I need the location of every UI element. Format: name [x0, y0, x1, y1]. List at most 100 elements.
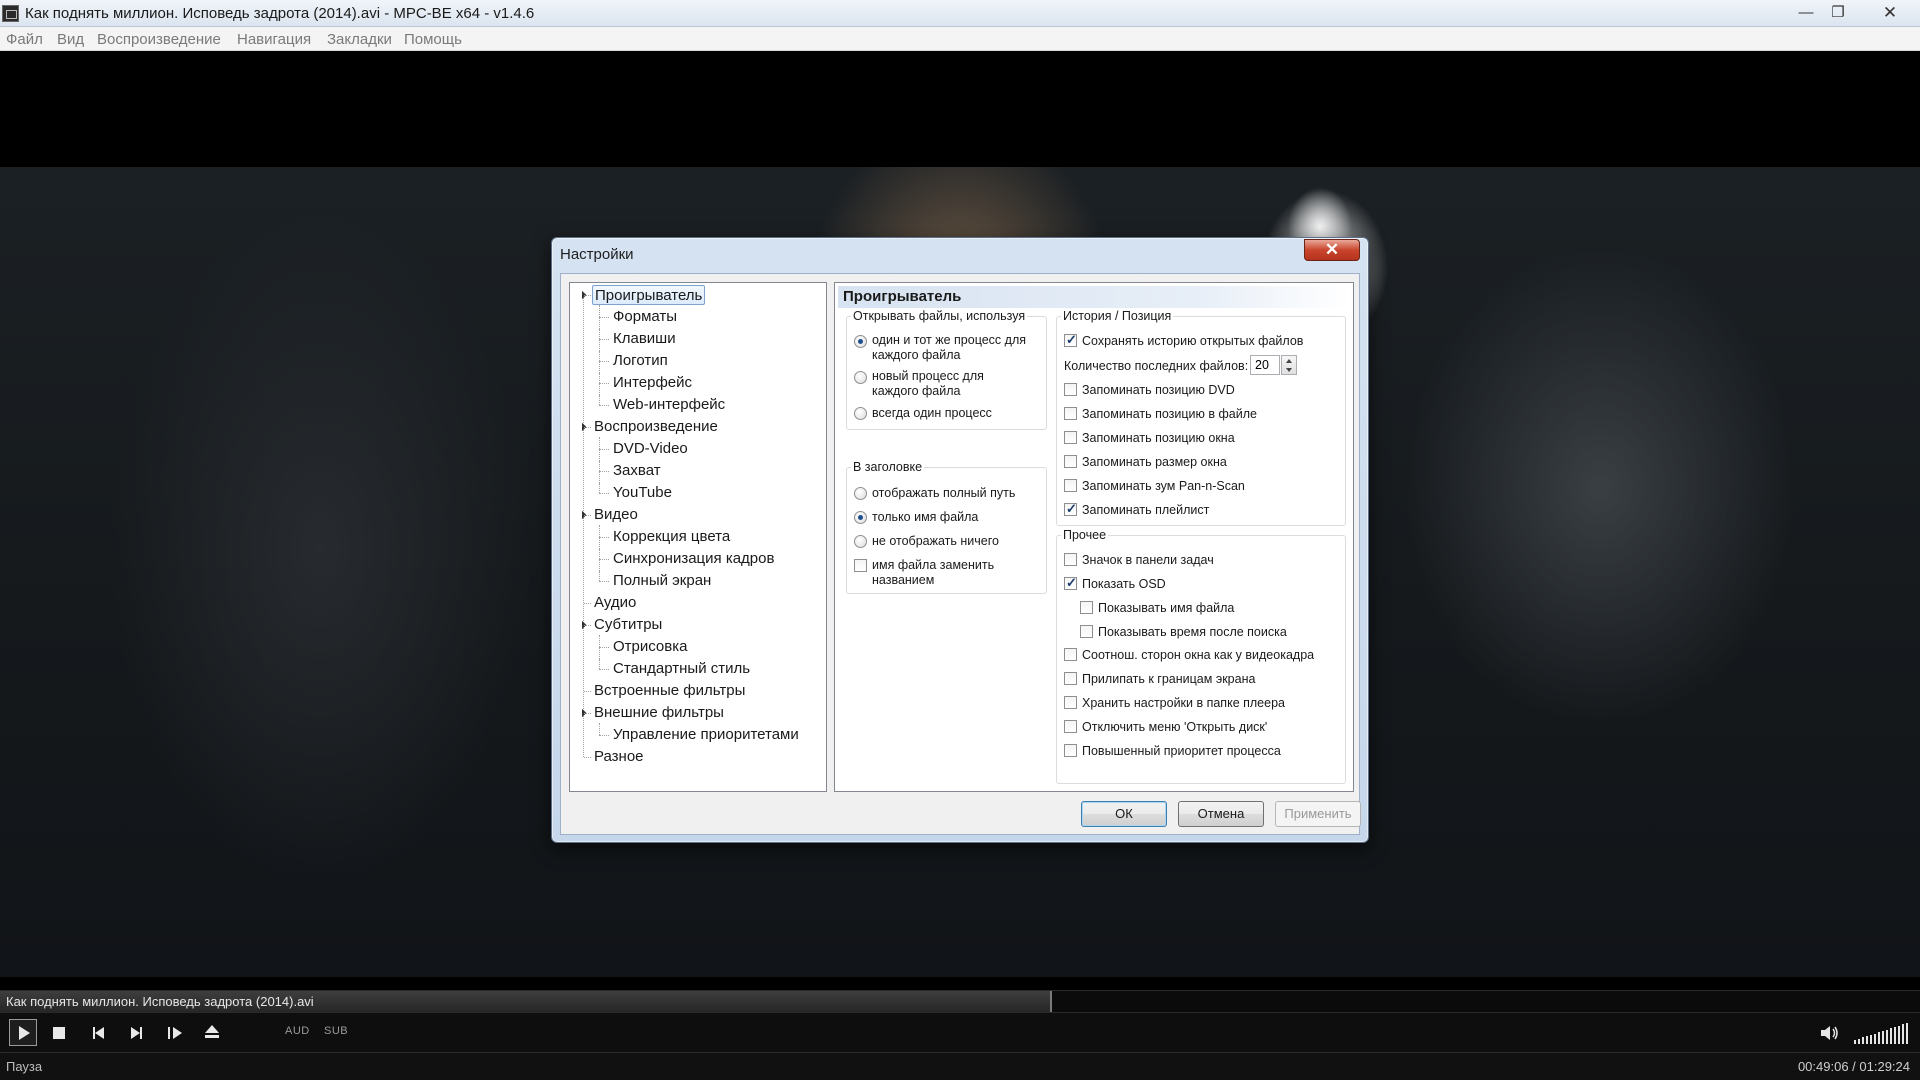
- other-group: Прочее Значок в панели задач Показать OS…: [1056, 528, 1346, 784]
- radio-new-process-label: новый процесс для каждого файла: [872, 369, 984, 398]
- radio-show-nothing[interactable]: [854, 535, 867, 548]
- tree-item[interactable]: Захват: [611, 461, 663, 481]
- checkbox-replace-filename[interactable]: [854, 559, 867, 572]
- checkbox-taskbar-icon[interactable]: [1064, 553, 1077, 566]
- tree-connector: [584, 757, 591, 758]
- tree-item[interactable]: Web-интерфейс: [611, 395, 727, 415]
- tree-item[interactable]: Форматы: [611, 307, 679, 327]
- checkbox-high-priority[interactable]: [1064, 744, 1077, 757]
- checkbox-remember-playlist[interactable]: [1064, 501, 1077, 517]
- checkbox-remember-window-size[interactable]: [1064, 455, 1077, 468]
- recent-files-count-spinner[interactable]: [1281, 355, 1297, 375]
- tree-item[interactable]: Стандартный стиль: [611, 659, 752, 679]
- tree-item[interactable]: Воспроизведение: [592, 417, 720, 437]
- checkbox-remember-window-position-label: Запоминать позицию окна: [1082, 431, 1235, 445]
- tree-connector: [584, 625, 591, 626]
- cancel-button[interactable]: Отмена: [1178, 801, 1264, 827]
- checkbox-show-osd-label: Показать OSD: [1082, 577, 1166, 591]
- volume-level-bar: [1878, 1032, 1880, 1044]
- tree-item[interactable]: Видео: [592, 505, 640, 525]
- tree-item[interactable]: Полный экран: [611, 571, 713, 591]
- checkbox-remember-playlist-label: Запоминать плейлист: [1082, 503, 1210, 517]
- menu-navigation[interactable]: Навигация: [237, 31, 311, 48]
- checkbox-store-settings-in-folder[interactable]: [1064, 696, 1077, 709]
- tree-connector: [599, 339, 609, 340]
- radio-new-process[interactable]: [854, 371, 867, 384]
- subtitle-track-button[interactable]: SUB: [324, 1025, 348, 1037]
- dialog-close-button[interactable]: ✕: [1304, 239, 1360, 261]
- tree-item[interactable]: Аудио: [592, 593, 638, 613]
- tree-connector: [599, 461, 600, 483]
- tree-item[interactable]: Встроенные фильтры: [592, 681, 747, 701]
- minimize-button[interactable]: —: [1790, 2, 1822, 24]
- tree-item[interactable]: Субтитры: [592, 615, 664, 635]
- app-icon[interactable]: [2, 5, 19, 22]
- tree-connector: [599, 373, 600, 395]
- speaker-icon[interactable]: [1818, 1022, 1840, 1044]
- radio-full-path[interactable]: [854, 487, 867, 500]
- checkbox-aspect-ratio[interactable]: [1064, 648, 1077, 661]
- checkbox-remember-window-position[interactable]: [1064, 431, 1077, 444]
- menu-file[interactable]: Файл: [6, 31, 43, 48]
- tree-item[interactable]: Логотип: [611, 351, 670, 371]
- frame-step-button[interactable]: [168, 1021, 184, 1045]
- tree-connector: [584, 691, 591, 692]
- checkbox-disable-open-disc[interactable]: [1064, 720, 1077, 733]
- close-window-button[interactable]: ✕: [1868, 2, 1912, 24]
- radio-same-process[interactable]: [854, 335, 867, 348]
- volume-level-bar: [1866, 1036, 1868, 1044]
- checkbox-save-history-label: Сохранять историю открытых файлов: [1082, 334, 1304, 348]
- tree-item[interactable]: Разное: [592, 747, 646, 767]
- next-button[interactable]: [130, 1021, 144, 1045]
- checkbox-show-time-after-seek[interactable]: [1080, 625, 1093, 638]
- recent-files-count-label: Количество последних файлов:: [1064, 359, 1249, 373]
- play-button[interactable]: [9, 1019, 37, 1046]
- checkbox-show-osd[interactable]: [1064, 575, 1077, 591]
- tree-item[interactable]: Проигрыватель: [592, 285, 706, 305]
- volume-level-bar: [1870, 1034, 1872, 1044]
- tree-item[interactable]: Коррекция цвета: [611, 527, 732, 547]
- volume-slider[interactable]: [1854, 1022, 1912, 1044]
- tree-item[interactable]: Интерфейс: [611, 373, 694, 393]
- radio-same-process-label: один и тот же процесс для каждого файла: [872, 333, 1027, 362]
- tree-item[interactable]: Синхронизация кадров: [611, 549, 776, 569]
- tree-connector: [599, 351, 600, 373]
- eject-button[interactable]: [204, 1021, 220, 1045]
- checkbox-show-file-name[interactable]: [1080, 601, 1093, 614]
- seek-file-name: Как поднять миллион. Исповедь задрота (2…: [6, 994, 314, 1009]
- tree-connector: [599, 549, 600, 571]
- volume-level-bar: [1874, 1033, 1876, 1044]
- maximize-button[interactable]: ❐: [1822, 2, 1854, 24]
- seek-bar[interactable]: Как поднять миллион. Исповедь задрота (2…: [0, 990, 1920, 1012]
- audio-track-button[interactable]: AUD: [285, 1025, 310, 1037]
- radio-single-process[interactable]: [854, 407, 867, 420]
- tree-item[interactable]: Отрисовка: [611, 637, 689, 657]
- tree-item[interactable]: DVD-Video: [611, 439, 690, 459]
- checkbox-remember-dvd-position[interactable]: [1064, 383, 1077, 396]
- menu-help[interactable]: Помощь: [404, 31, 462, 48]
- menu-playback[interactable]: Воспроизведение: [97, 31, 221, 48]
- settings-tree: Проигрыватель Форматы Клавиши Логотип Интерф…: [569, 282, 827, 792]
- tree-item[interactable]: YouTube: [611, 483, 674, 503]
- previous-button[interactable]: [92, 1021, 106, 1045]
- recent-files-count-input[interactable]: 20: [1250, 355, 1280, 375]
- checkbox-snap-to-edges[interactable]: [1064, 672, 1077, 685]
- apply-button[interactable]: Применить: [1275, 801, 1361, 827]
- ok-button[interactable]: ОК: [1081, 801, 1167, 827]
- settings-dialog: Настройки ✕ Проигрыватель Форматы Клавиши Л…: [551, 237, 1369, 843]
- checkbox-save-history[interactable]: [1064, 332, 1077, 348]
- checkbox-remember-pan-scan[interactable]: [1064, 479, 1077, 492]
- checkbox-remember-file-position[interactable]: [1064, 407, 1077, 420]
- menu-bookmarks[interactable]: Закладки: [327, 31, 392, 48]
- radio-file-name-only[interactable]: [854, 511, 867, 524]
- open-files-group-title: Открывать файлы, используя: [851, 309, 1028, 323]
- tree-item[interactable]: Клавиши: [611, 329, 678, 349]
- menu-view[interactable]: Вид: [57, 31, 84, 48]
- tree-item[interactable]: Внешние фильтры: [592, 703, 726, 723]
- tree-connector: [599, 735, 609, 736]
- tree-item[interactable]: Управление приоритетами: [611, 725, 801, 745]
- checkbox-show-file-name-label: Показывать имя файла: [1098, 601, 1235, 615]
- stop-button[interactable]: [53, 1027, 65, 1039]
- tree-connector: [599, 395, 600, 405]
- menu-bar: Файл Вид Воспроизведение Навигация Закла…: [0, 27, 1920, 51]
